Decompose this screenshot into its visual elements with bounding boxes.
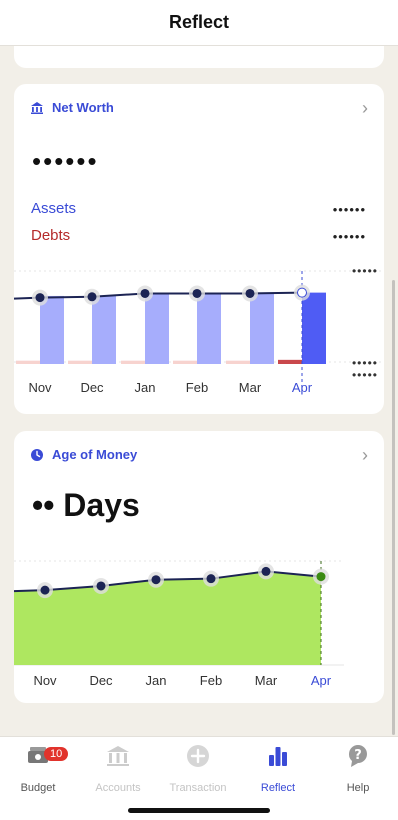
x-tick-label: Dec [80,380,104,395]
assets-bar [92,295,116,364]
x-tick-label: Dec [89,673,113,688]
x-tick-label: Feb [200,673,222,688]
x-tick-label: Apr [311,673,332,688]
tab-transaction[interactable]: Transaction [158,743,238,794]
x-tick-label: Mar [239,380,262,395]
x-tick-label: Feb [186,380,208,395]
assets-bar [197,292,221,364]
bank-icon [31,101,43,114]
chevron-right-icon[interactable]: › [362,445,368,466]
assets-bar [40,295,64,364]
x-tick-label: Jan [146,673,167,688]
net-worth-point [192,288,202,298]
help-icon: ? [348,745,367,767]
tab-help[interactable]: ? Help [318,743,398,794]
tab-label: Budget [20,782,56,794]
age-of-money-point [206,574,216,584]
axis-value-top: ••••• [351,264,378,278]
tab-label: Transaction [169,782,227,794]
age-of-money-chart[interactable]: Nov Dec Jan Feb Mar Apr [14,553,384,693]
axis-value-bottom: ••••• [351,368,378,382]
top-bar: Reflect [0,0,398,46]
tab-label: Help [346,782,370,794]
x-tick-label: Apr [292,380,313,395]
debts-bar [16,360,40,364]
age-of-money-value: •• Days [32,487,140,524]
net-worth-header: Net Worth [30,100,114,115]
age-of-money-area [14,571,321,665]
assets-bar [302,292,326,364]
net-worth-point [35,293,45,303]
age-of-money-unit: Days [63,487,140,523]
assets-label: Assets [31,200,77,217]
x-tick-label: Jan [135,380,156,395]
debts-bar [173,360,197,364]
page-title: Reflect [168,12,230,32]
assets-value: •••••• [332,202,366,217]
x-tick-label: Mar [255,673,278,688]
x-tick-label: Nov [28,380,52,395]
age-of-money-title: Age of Money [52,447,138,462]
tab-accounts[interactable]: Accounts [78,743,158,794]
net-worth-point [140,288,150,298]
home-indicator [128,808,270,813]
chevron-right-icon[interactable]: › [362,98,368,119]
tab-label: Reflect [260,782,296,794]
age-of-money-point [96,581,106,591]
debts-bar [226,360,250,364]
debts-bar [68,360,92,364]
assets-bar [145,292,169,364]
bar-chart-icon [269,747,287,766]
tab-budget[interactable]: 10 Budget [0,743,78,794]
tab-reflect[interactable]: Reflect [238,743,318,794]
net-worth-point [245,288,255,298]
age-of-money-mask: •• [32,487,55,523]
age-of-money-point [40,585,50,595]
tab-label: Accounts [95,782,141,794]
net-worth-title: Net Worth [52,100,114,115]
assets-bar [250,292,274,364]
plus-circle-icon [187,745,209,767]
debts-bar [121,360,145,364]
age-of-money-point [316,572,326,582]
debts-value: •••••• [332,229,366,244]
age-of-money-card[interactable]: Age of Money › •• Days Nov Dec Jan Feb Mar Ap… [14,431,384,703]
debts-bar [278,359,302,364]
clock-icon [31,448,43,461]
age-of-money-header: Age of Money [30,447,137,462]
budget-badge: 10 [44,747,69,761]
svg-text:?: ? [354,748,362,763]
net-worth-value: •••••• [32,146,99,176]
net-worth-chart[interactable]: Nov Dec Jan Feb Mar Apr [14,266,384,396]
net-worth-point [297,287,307,298]
net-worth-card[interactable]: Net Worth › •••••• Assets •••••• Debts •… [14,84,384,414]
x-tick-label: Nov [33,673,57,688]
bank-icon [107,746,129,766]
net-worth-point [87,292,97,302]
debts-label: Debts [31,227,71,244]
age-of-money-point [261,566,271,576]
scrollbar[interactable] [392,280,395,735]
age-of-money-point [151,575,161,585]
